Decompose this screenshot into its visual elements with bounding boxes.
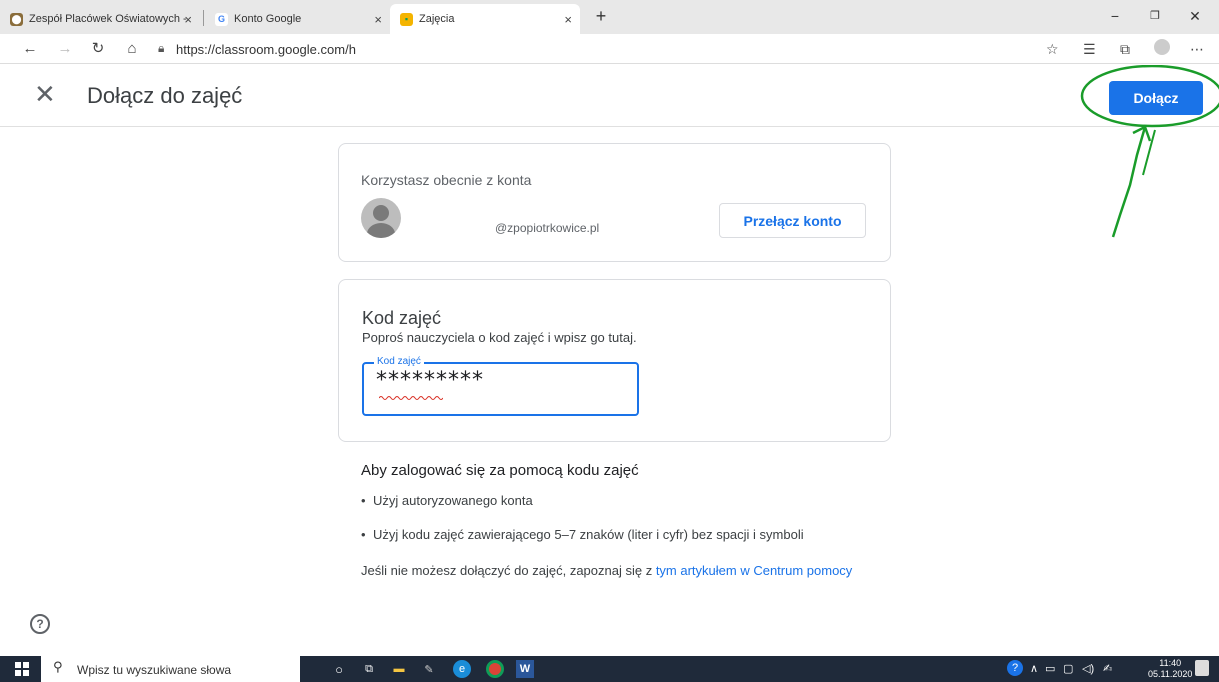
- refresh-icon[interactable]: ↻: [88, 40, 108, 58]
- help-tray-icon[interactable]: ?: [1007, 660, 1023, 676]
- avatar: [361, 198, 401, 238]
- account-label: Korzystasz obecnie z konta: [361, 172, 532, 188]
- help-article-link[interactable]: tym artykułem w Centrum pomocy: [656, 563, 853, 578]
- new-tab-button[interactable]: +: [586, 4, 616, 28]
- back-icon[interactable]: ←: [20, 40, 40, 58]
- tab-zespol[interactable]: ⬤ Zespół Placówek Oświatowych - ×: [0, 4, 200, 34]
- chrome-icon[interactable]: [486, 660, 504, 678]
- search-icon: ⚲: [53, 659, 63, 674]
- lock-icon: 🔒︎: [158, 41, 165, 55]
- page-header: ✕ Dołącz do zajęć Dołącz: [0, 64, 1219, 127]
- file-explorer-icon[interactable]: ▬: [390, 660, 408, 678]
- close-icon[interactable]: ✕: [34, 81, 56, 107]
- class-code-value[interactable]: *********: [376, 368, 484, 393]
- tray-chevron-icon[interactable]: ∧: [1030, 662, 1038, 675]
- account-email: @zpopiotrkowice.pl: [495, 221, 600, 235]
- page-title: Dołącz do zajęć: [87, 83, 243, 108]
- clock-time: 11:40: [1159, 658, 1182, 668]
- class-code-title: Kod zajęć: [362, 308, 442, 328]
- tab-title: Zespół Placówek Oświatowych -: [29, 13, 187, 25]
- switch-account-button[interactable]: Przełącz konto: [719, 203, 866, 238]
- minimize-icon[interactable]: −: [1100, 4, 1130, 28]
- taskbar-search-input[interactable]: ⚲ Wpisz tu wyszukiwane słowa: [41, 656, 300, 682]
- tab-close-icon[interactable]: ×: [564, 12, 572, 27]
- account-card: Korzystasz obecnie z konta @zpopiotrkowi…: [338, 143, 891, 262]
- tab-konto-google[interactable]: G Konto Google ×: [205, 4, 390, 34]
- window-close-icon[interactable]: ✕: [1180, 4, 1210, 28]
- collections-icon[interactable]: ⧉: [1120, 41, 1130, 58]
- pen-icon[interactable]: ✍: [1103, 662, 1112, 675]
- windows-start-icon[interactable]: [15, 662, 29, 676]
- profile-avatar-icon[interactable]: [1154, 39, 1170, 55]
- tab-close-icon[interactable]: ×: [184, 12, 192, 27]
- instructions-heading: Aby zalogować się za pomocą kodu zajęć: [361, 462, 639, 479]
- google-favicon-icon: G: [215, 12, 228, 26]
- clock-date: 05.11.2020: [1148, 669, 1193, 679]
- taskbar-clock[interactable]: 11:40 05.11.2020: [1148, 658, 1192, 680]
- favorite-star-icon[interactable]: ☆: [1046, 41, 1059, 58]
- spellcheck-underline: [379, 396, 443, 400]
- battery-icon[interactable]: ▭: [1045, 662, 1055, 675]
- class-code-input[interactable]: Kod zajęć *********: [362, 356, 639, 416]
- volume-icon[interactable]: ◁): [1082, 662, 1094, 675]
- browser-tab-bar: ⬤ Zespół Placówek Oświatowych - × G Kont…: [0, 0, 1219, 34]
- class-code-field-label: Kod zajęć: [374, 356, 424, 367]
- tab-title: Konto Google: [234, 13, 302, 25]
- task-view-icon[interactable]: ⧉: [360, 660, 378, 678]
- tab-separator: [203, 10, 204, 26]
- url-field[interactable]: https://classroom.google.com/h: [176, 42, 356, 57]
- forward-icon[interactable]: →: [55, 40, 75, 58]
- instructions-section: Aby zalogować się za pomocą kodu zajęć U…: [361, 462, 881, 580]
- instruction-item: Użyj autoryzowanego konta: [361, 493, 881, 508]
- windows-taskbar: ⚲ Wpisz tu wyszukiwane słowa ○ ⧉ ▬ ✎ e W…: [0, 656, 1219, 682]
- network-icon[interactable]: ▢: [1063, 662, 1073, 675]
- help-text-prefix: Jeśli nie możesz dołączyć do zajęć, zapo…: [361, 563, 656, 578]
- more-menu-icon[interactable]: ⋯: [1190, 41, 1204, 58]
- class-code-subtitle: Poproś nauczyciela o kod zajęć i wpisz g…: [362, 330, 637, 345]
- join-button[interactable]: Dołącz: [1109, 81, 1203, 115]
- address-bar: ← → ↻ ⌂ 🔒︎ https://classroom.google.com/…: [0, 34, 1219, 64]
- notifications-icon[interactable]: [1195, 660, 1209, 676]
- home-icon[interactable]: ⌂: [122, 40, 142, 58]
- favorites-list-icon[interactable]: ☰: [1083, 41, 1096, 58]
- help-icon[interactable]: ?: [30, 614, 50, 634]
- help-text: Jeśli nie możesz dołączyć do zajęć, zapo…: [361, 561, 881, 580]
- cortana-icon[interactable]: ○: [330, 660, 348, 678]
- tab-title: Zajęcia: [419, 13, 455, 25]
- maximize-icon[interactable]: ❐: [1140, 4, 1170, 28]
- school-favicon-icon: ⬤: [10, 12, 23, 26]
- tab-close-icon[interactable]: ×: [374, 12, 382, 27]
- instruction-item: Użyj kodu zajęć zawierającego 5–7 znaków…: [361, 527, 881, 542]
- paint-icon[interactable]: ✎: [420, 660, 438, 678]
- classroom-favicon-icon: ▪: [400, 12, 413, 26]
- taskbar-search-placeholder: Wpisz tu wyszukiwane słowa: [77, 663, 232, 677]
- tab-zajecia[interactable]: ▪ Zajęcia ×: [390, 4, 580, 34]
- edge-icon[interactable]: e: [453, 660, 471, 678]
- class-code-card: Kod zajęć Poproś nauczyciela o kod zajęć…: [338, 279, 891, 442]
- word-icon[interactable]: W: [516, 660, 534, 678]
